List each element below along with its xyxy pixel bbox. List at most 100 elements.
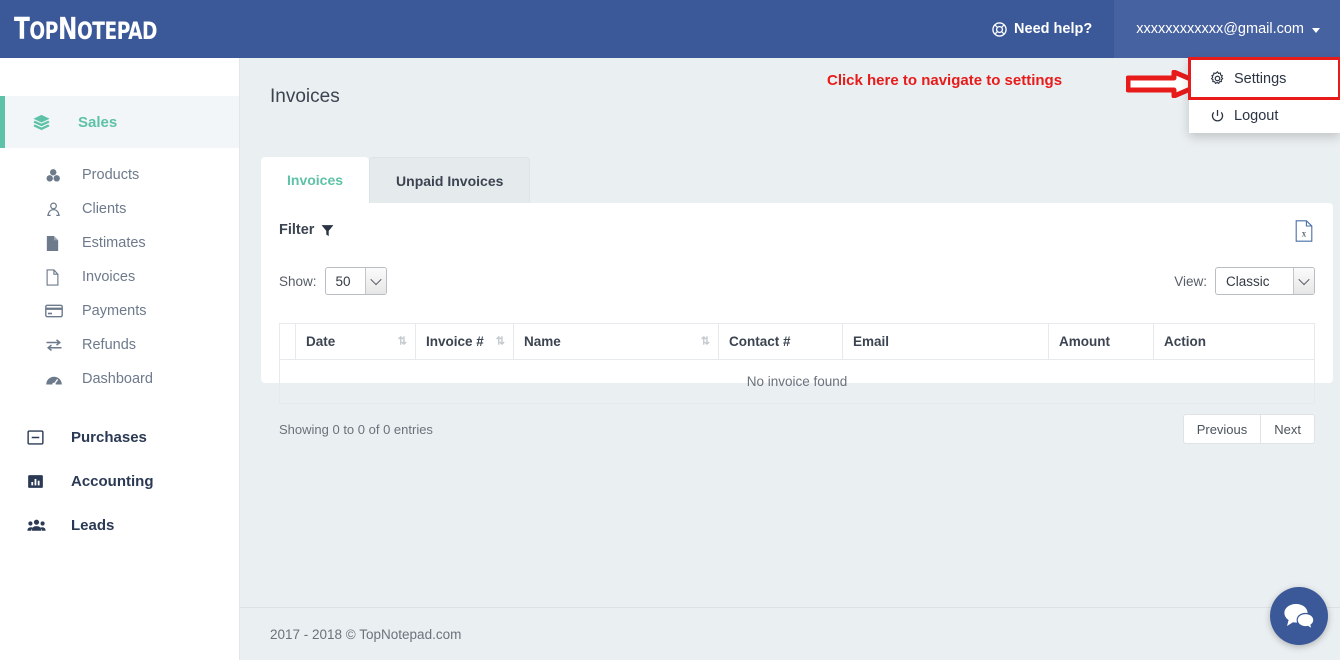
annotation-text: Click here to navigate to settings bbox=[827, 72, 1063, 89]
sidebar-item-refunds-label: Refunds bbox=[82, 337, 137, 353]
user-circle-icon bbox=[45, 201, 69, 218]
sidebar-item-dashboard[interactable]: Dashboard bbox=[0, 362, 239, 396]
column-header-amount-label: Amount bbox=[1059, 334, 1110, 349]
show-entries-control: Show: 50 bbox=[279, 267, 387, 295]
need-help-link[interactable]: Need help? bbox=[970, 0, 1114, 58]
file-filled-icon bbox=[45, 235, 69, 252]
view-mode-select[interactable]: Classic bbox=[1215, 267, 1315, 295]
view-label: View: bbox=[1174, 273, 1207, 289]
svg-text:x: x bbox=[1302, 229, 1307, 239]
page-footer: 2017 - 2018 © TopNotepad.com bbox=[240, 607, 1340, 660]
pagination-controls: Previous Next bbox=[1182, 414, 1315, 444]
tab-invoices-label: Invoices bbox=[287, 172, 344, 188]
sidebar-nav: Sales Products Clients Estimates Invoice… bbox=[0, 58, 240, 660]
user-email-label: xxxxxxxxxxxx@gmail.com bbox=[1136, 21, 1304, 37]
layers-icon bbox=[32, 113, 58, 132]
speedometer-icon bbox=[45, 372, 69, 387]
caret-down-icon bbox=[1312, 27, 1320, 33]
sidebar-item-estimates-label: Estimates bbox=[82, 235, 146, 251]
life-ring-icon bbox=[992, 21, 1007, 37]
column-header-contact-number[interactable]: Contact # bbox=[718, 323, 843, 360]
funnel-icon bbox=[321, 224, 334, 237]
sidebar-item-invoices-label: Invoices bbox=[82, 269, 136, 285]
dropdown-item-settings[interactable]: Settings bbox=[1188, 57, 1340, 100]
filter-label: Filter bbox=[279, 222, 315, 238]
brand-logo[interactable]: TOPNOTEPAD bbox=[0, 0, 240, 58]
column-header-action-label: Action bbox=[1164, 334, 1206, 349]
invoices-panel: Filter x Show: 50 View: Classic Date ⇅ I… bbox=[261, 203, 1333, 444]
minus-square-icon bbox=[27, 429, 51, 446]
sort-arrows-icon: ⇅ bbox=[700, 335, 710, 347]
user-account-menu[interactable]: xxxxxxxxxxxx@gmail.com bbox=[1114, 0, 1340, 58]
tab-unpaid-invoices-label: Unpaid Invoices bbox=[396, 172, 504, 189]
sidebar-item-estimates[interactable]: Estimates bbox=[0, 226, 239, 260]
sidebar-item-leads[interactable]: Leads bbox=[0, 508, 239, 542]
top-header-bar: TOPNOTEPAD Need help? xxxxxxxxxxxx@gmail… bbox=[0, 0, 1340, 58]
sidebar-item-purchases-label: Purchases bbox=[71, 428, 147, 446]
column-header-invoice-number[interactable]: Invoice # ⇅ bbox=[415, 323, 514, 360]
sidebar-item-refunds[interactable]: Refunds bbox=[0, 328, 239, 362]
credit-card-icon bbox=[45, 304, 69, 318]
column-header-date-label: Date bbox=[306, 334, 336, 349]
sidebar-item-payments-label: Payments bbox=[82, 303, 147, 319]
invoices-table-head: Date ⇅ Invoice # ⇅ Name ⇅ Contact # Emai… bbox=[279, 323, 1315, 360]
cubes-icon bbox=[45, 167, 69, 184]
sidebar-item-purchases[interactable]: Purchases bbox=[0, 420, 239, 454]
sidebar-item-products[interactable]: Products bbox=[0, 158, 239, 192]
column-header-contact-number-label: Contact # bbox=[729, 334, 791, 349]
next-page-button[interactable]: Next bbox=[1260, 414, 1315, 444]
sidebar-item-accounting-label: Accounting bbox=[71, 472, 154, 490]
sidebar-item-accounting[interactable]: Accounting bbox=[0, 464, 239, 498]
excel-export-icon[interactable]: x bbox=[1295, 220, 1313, 242]
view-mode-control: View: Classic bbox=[1174, 267, 1315, 295]
column-header-name[interactable]: Name ⇅ bbox=[513, 323, 719, 360]
column-header-date[interactable]: Date ⇅ bbox=[295, 323, 416, 360]
column-header-email-label: Email bbox=[853, 334, 890, 349]
table-header-spacer bbox=[279, 323, 296, 360]
page-title: Invoices bbox=[270, 86, 340, 107]
sort-arrows-icon: ⇅ bbox=[397, 335, 407, 347]
sidebar-item-clients-label: Clients bbox=[82, 201, 127, 217]
exchange-arrows-icon bbox=[45, 338, 69, 352]
sidebar-item-leads-label: Leads bbox=[71, 516, 115, 534]
tab-invoices[interactable]: Invoices bbox=[261, 157, 370, 203]
file-outline-icon bbox=[45, 268, 69, 286]
table-footer: Showing 0 to 0 of 0 entries Previous Nex… bbox=[279, 413, 1315, 445]
sidebar-main-list: Purchases Accounting Leads bbox=[0, 420, 239, 542]
column-header-action[interactable]: Action bbox=[1153, 323, 1315, 360]
sidebar-item-clients[interactable]: Clients bbox=[0, 192, 239, 226]
gear-icon bbox=[1210, 71, 1225, 86]
table-header-row: Date ⇅ Invoice # ⇅ Name ⇅ Contact # Emai… bbox=[279, 323, 1315, 360]
dropdown-item-logout-label: Logout bbox=[1234, 108, 1279, 124]
sidebar-sub-list: Products Clients Estimates Invoices Paym… bbox=[0, 158, 239, 396]
invoices-table-body: No invoice found bbox=[279, 359, 1315, 404]
chat-support-widget[interactable] bbox=[1270, 587, 1328, 645]
need-help-label: Need help? bbox=[1014, 21, 1093, 37]
previous-page-button[interactable]: Previous bbox=[1182, 414, 1261, 444]
footer-copyright: 2017 - 2018 © TopNotepad.com bbox=[270, 626, 462, 642]
dropdown-item-settings-label: Settings bbox=[1234, 70, 1287, 87]
bar-chart-icon bbox=[27, 473, 51, 490]
user-account-dropdown: Settings Logout bbox=[1188, 57, 1340, 133]
dropdown-item-logout[interactable]: Logout bbox=[1189, 99, 1340, 133]
table-empty-row: No invoice found bbox=[279, 359, 1315, 404]
sidebar-item-payments[interactable]: Payments bbox=[0, 294, 239, 328]
sidebar-item-dashboard-label: Dashboard bbox=[82, 371, 153, 387]
users-icon bbox=[27, 518, 51, 533]
main-content: Invoices Invoices Unpaid Invoices Filter… bbox=[240, 58, 1340, 660]
show-label: Show: bbox=[279, 273, 317, 289]
column-header-name-label: Name bbox=[524, 334, 561, 349]
sidebar-item-sales[interactable]: Sales bbox=[0, 96, 239, 148]
tab-unpaid-invoices[interactable]: Unpaid Invoices bbox=[369, 157, 531, 203]
table-controls-row: Show: 50 View: Classic bbox=[279, 265, 1315, 297]
sort-arrows-icon: ⇅ bbox=[495, 335, 505, 347]
column-header-amount[interactable]: Amount bbox=[1048, 323, 1154, 360]
chat-bubbles-icon bbox=[1283, 602, 1315, 630]
column-header-email[interactable]: Email bbox=[842, 323, 1049, 360]
sidebar-item-sales-label: Sales bbox=[78, 113, 118, 131]
show-entries-select[interactable]: 50 bbox=[324, 267, 387, 295]
sidebar-item-invoices[interactable]: Invoices bbox=[0, 260, 239, 294]
showing-entries-text: Showing 0 to 0 of 0 entries bbox=[279, 421, 433, 437]
column-header-invoice-number-label: Invoice # bbox=[426, 334, 484, 349]
filter-toggle[interactable]: Filter bbox=[279, 222, 334, 238]
